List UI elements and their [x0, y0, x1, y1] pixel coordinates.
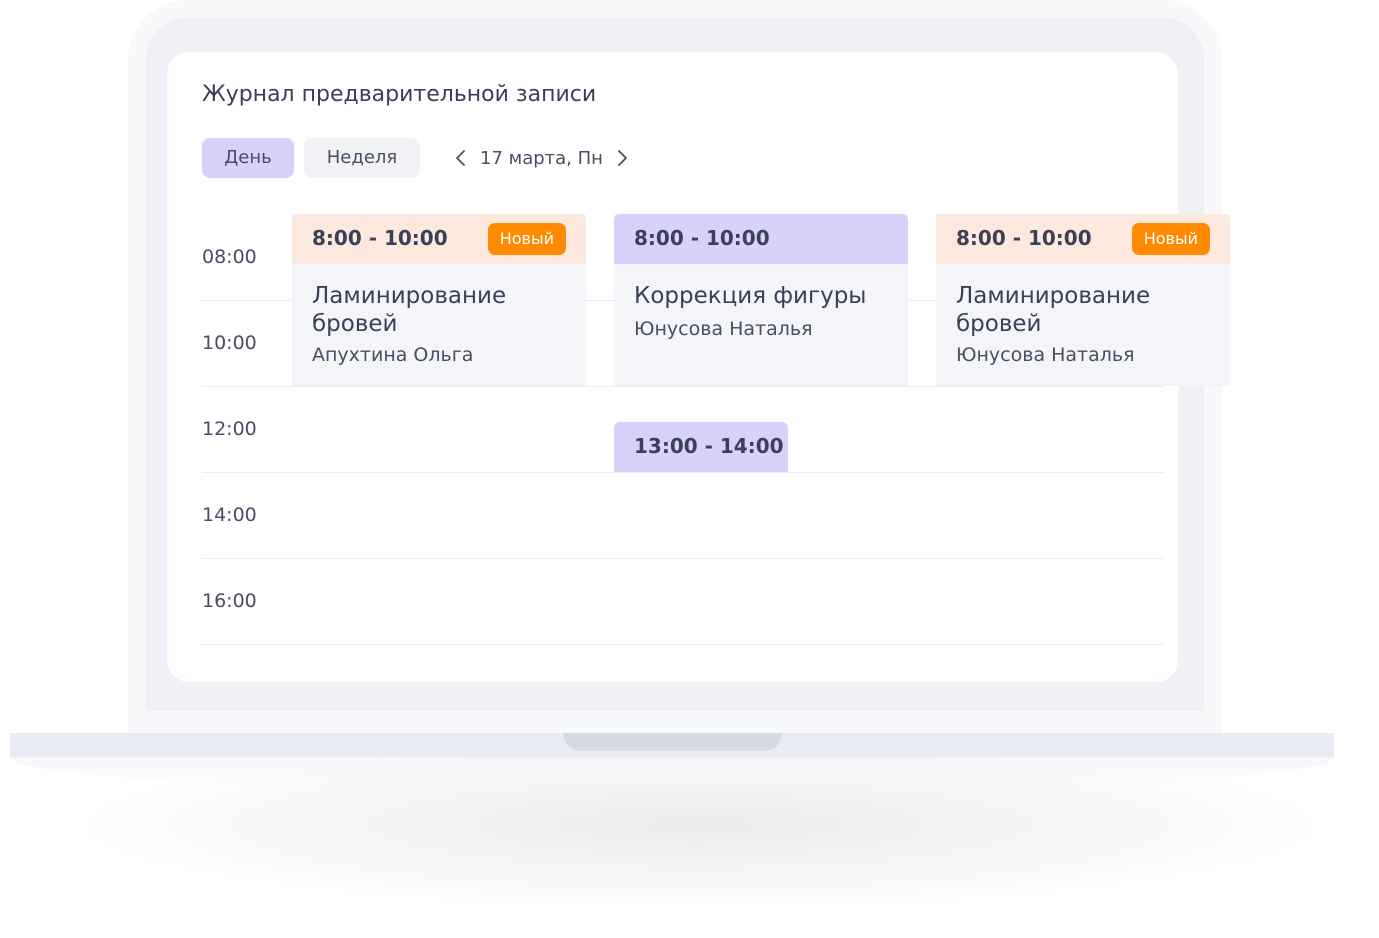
grid-line	[202, 386, 1164, 387]
appointment-header: 8:00 - 10:00 Новый	[936, 214, 1230, 264]
tab-week[interactable]: Неделя	[304, 138, 420, 178]
grid-line	[202, 472, 1164, 473]
appointment-time: 8:00 - 10:00	[312, 226, 448, 250]
time-label: 16:00	[202, 590, 257, 612]
stage: Журнал предварительной записи День Недел…	[0, 0, 1379, 938]
chevron-right-icon[interactable]	[613, 149, 631, 167]
appointment-card[interactable]: 8:00 - 10:00 Новый Ламинирование бровей …	[936, 214, 1230, 386]
time-label: 08:00	[202, 246, 257, 268]
tab-day[interactable]: День	[202, 138, 294, 178]
time-label: 12:00	[202, 418, 257, 440]
time-label: 10:00	[202, 332, 257, 354]
chevron-left-icon[interactable]	[452, 149, 470, 167]
appointment-time: 13:00 - 14:00	[634, 434, 784, 458]
appointment-card[interactable]: 8:00 - 10:00 Новый Ламинирование бровей …	[292, 214, 586, 386]
appointment-service: Ламинирование бровей	[956, 283, 1151, 337]
appointment-service: Ламинирование бровей	[312, 283, 507, 337]
appointment-client: Юнусова Наталья	[634, 318, 813, 340]
appointment-client: Юнусова Наталья	[956, 344, 1135, 366]
status-badge: Новый	[487, 223, 566, 255]
appointment-card[interactable]: 8:00 - 10:00 Коррекция фигуры Юнусова На…	[614, 214, 908, 386]
appointment-time: 8:00 - 10:00	[634, 226, 770, 250]
current-date: 17 марта, Пн	[480, 147, 603, 169]
laptop-base-bottom	[10, 757, 1334, 787]
appointment-client: Апухтина Ольга	[312, 344, 474, 366]
status-badge: Новый	[1131, 223, 1210, 255]
time-label: 14:00	[202, 504, 257, 526]
page-title: Журнал предварительной записи	[202, 82, 597, 107]
appointment-header: 8:00 - 10:00	[614, 214, 908, 264]
appointment-header: 8:00 - 10:00 Новый	[292, 214, 586, 264]
grid-line	[202, 644, 1164, 645]
appointment-time: 8:00 - 10:00	[956, 226, 1092, 250]
appointment-service: Коррекция фигуры	[634, 283, 867, 309]
appointment-card[interactable]: 13:00 - 14:00	[614, 422, 788, 472]
laptop-notch	[563, 733, 782, 751]
date-navigator: 17 марта, Пн	[452, 138, 631, 178]
grid-line	[202, 558, 1164, 559]
